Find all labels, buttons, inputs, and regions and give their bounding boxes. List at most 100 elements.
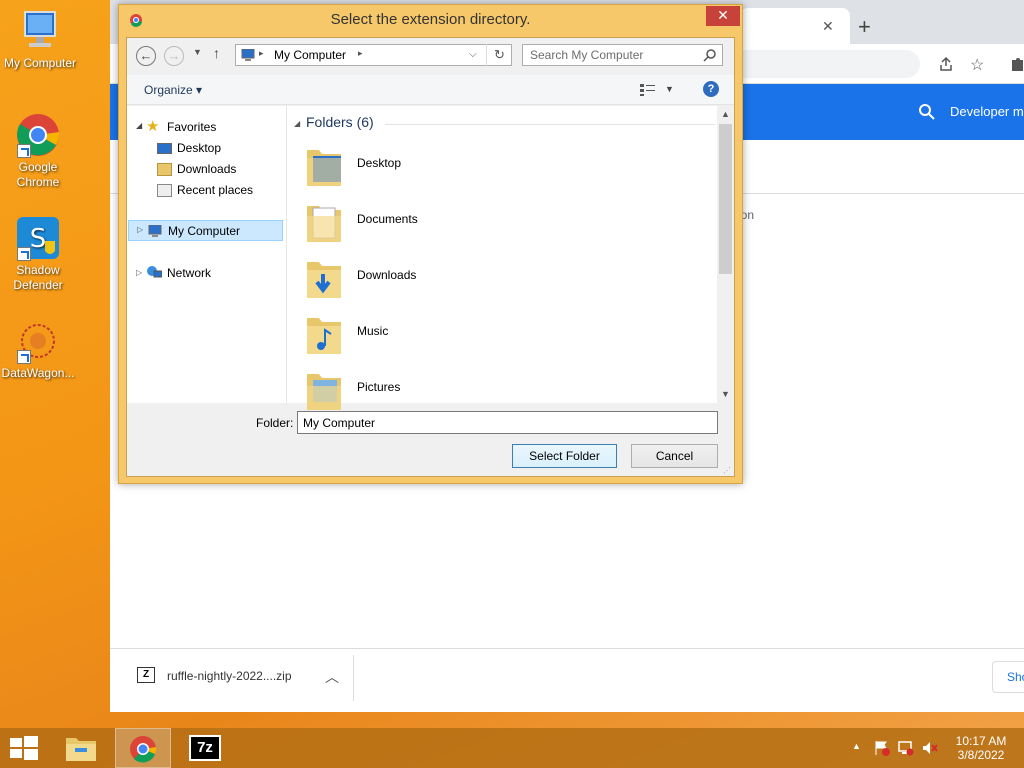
folder-music[interactable]: Music	[305, 308, 605, 364]
taskbar-file-explorer[interactable]	[56, 728, 110, 768]
address-location[interactable]: My Computer	[274, 48, 346, 62]
volume-muted-icon[interactable]	[922, 740, 938, 756]
cancel-button[interactable]: Cancel	[631, 444, 718, 468]
computer-small-icon	[240, 48, 256, 61]
search-icon[interactable]	[918, 103, 936, 121]
scroll-down-icon[interactable]: ▼	[721, 389, 730, 399]
nav-my-computer-label: My Computer	[168, 224, 241, 238]
folder-input[interactable]	[297, 411, 718, 434]
recent-locations-icon[interactable]: ▼	[193, 47, 202, 57]
breadcrumb-chevron-icon[interactable]: ▸	[358, 48, 363, 59]
shortcut-arrow-icon	[17, 247, 31, 261]
shortcut-arrow-icon	[17, 350, 31, 364]
dialog-body: ← → ▼ ↑ ▸ My Computer ▸ ⌵ ↻ Search My Co…	[126, 37, 735, 477]
navigation-pane: ◢ ★ Favorites Desktop Downloads Recent p…	[127, 106, 287, 403]
desktop-icon-label: DataWagon...	[1, 366, 75, 380]
nav-downloads[interactable]: Downloads	[177, 160, 236, 178]
tab-close-icon[interactable]: ✕	[822, 18, 834, 35]
select-folder-dialog: Select the extension directory. ✕ ← → ▼ …	[118, 4, 743, 484]
taskbar: 7z ▲ 10:17 AM 3/8/2022	[0, 728, 1024, 768]
chevron-up-icon[interactable]: ︿	[325, 667, 339, 687]
action-center-flag-icon[interactable]	[874, 740, 890, 756]
folder-label: Documents	[357, 212, 418, 226]
taskbar-chrome[interactable]	[115, 728, 171, 768]
nav-network[interactable]: Network	[167, 264, 211, 282]
group-divider	[385, 124, 715, 125]
desktop-icon-my-computer[interactable]: My Computer	[0, 8, 80, 70]
clock-date: 3/8/2022	[957, 748, 1005, 762]
content-pane: ◢ Folders (6) Desktop Documents Download…	[287, 106, 734, 410]
network-tray-icon[interactable]	[898, 740, 914, 756]
7zip-icon: 7z	[189, 735, 221, 761]
select-folder-button[interactable]: Select Folder	[512, 444, 617, 468]
downloads-folder-icon	[307, 262, 341, 298]
expand-arrow-icon[interactable]: ▷	[137, 225, 143, 234]
scroll-up-icon[interactable]: ▲	[721, 109, 730, 119]
view-dropdown-icon[interactable]: ▼	[665, 84, 674, 94]
search-icon[interactable]	[703, 48, 717, 62]
address-bar[interactable]: ▸ My Computer ▸ ⌵ ↻	[235, 44, 512, 66]
organize-button[interactable]: Organize ▾	[144, 83, 202, 97]
folder-documents[interactable]: Documents	[305, 196, 605, 252]
folder-downloads[interactable]: Downloads	[305, 252, 605, 308]
documents-folder-icon	[307, 206, 341, 242]
search-input[interactable]: Search My Computer	[522, 44, 723, 66]
start-button[interactable]	[0, 728, 54, 768]
taskbar-7zip[interactable]: 7z	[178, 728, 232, 768]
collapse-arrow-icon[interactable]: ◢	[294, 119, 300, 128]
refresh-icon[interactable]: ↻	[486, 44, 512, 66]
scrollbar[interactable]: ▲ ▼	[717, 106, 734, 403]
forward-icon[interactable]: →	[164, 46, 184, 66]
dialog-title: Select the extension directory.	[330, 11, 531, 28]
bookmark-star-icon[interactable]: ☆	[970, 55, 984, 75]
show-hidden-icons[interactable]: ▲	[852, 741, 861, 751]
omnibox[interactable]	[730, 50, 920, 78]
help-icon[interactable]: ?	[703, 81, 719, 97]
computer-icon	[17, 8, 63, 54]
network-icon	[146, 265, 163, 279]
nav-desktop[interactable]: Desktop	[177, 139, 221, 157]
expand-arrow-icon[interactable]: ▷	[136, 268, 142, 277]
clock[interactable]: 10:17 AM 3/8/2022	[946, 734, 1016, 762]
nav-recent-places[interactable]: Recent places	[177, 181, 253, 199]
folder-field-label: Folder:	[256, 416, 294, 430]
desktop-folder-icon	[157, 143, 172, 154]
desktop-icon-shadow-defender[interactable]: S Shadow Defender	[0, 215, 78, 293]
up-arrow-icon[interactable]: ↑	[213, 45, 220, 61]
folders-group-header[interactable]: Folders (6)	[306, 114, 374, 130]
recent-places-icon	[157, 184, 172, 197]
browser-tab[interactable]: ✕	[740, 8, 850, 44]
back-icon[interactable]: ←	[136, 46, 156, 66]
folder-desktop[interactable]: Desktop	[305, 140, 605, 196]
star-icon: ★	[146, 118, 160, 135]
breadcrumb-chevron-icon: ▸	[259, 48, 264, 58]
command-bar: Organize ▾ ▼ ?	[127, 75, 734, 105]
music-folder-icon	[307, 318, 341, 354]
desktop-icon-label: My Computer	[3, 56, 77, 70]
desktop-icon-datawagon[interactable]: DataWagon...	[0, 318, 78, 380]
scroll-thumb[interactable]	[719, 124, 732, 274]
nav-favorites[interactable]: Favorites	[167, 118, 216, 136]
share-icon[interactable]	[938, 56, 954, 72]
nav-my-computer[interactable]: ▷ My Computer	[128, 220, 283, 241]
show-all-button[interactable]: Sho	[992, 661, 1024, 693]
view-options-icon[interactable]	[640, 84, 656, 96]
desktop-icon-google-chrome[interactable]: Google Chrome	[0, 112, 78, 190]
downloads-folder-icon	[157, 163, 172, 176]
address-dropdown-icon[interactable]: ⌵	[469, 49, 477, 60]
new-tab-button[interactable]: +	[858, 16, 871, 38]
pictures-folder-icon	[307, 374, 341, 410]
expand-arrow-icon[interactable]: ◢	[136, 121, 142, 130]
desktop-icon-label: Google Chrome	[16, 160, 60, 189]
extensions-puzzle-icon[interactable]	[1010, 56, 1024, 72]
datawagon-icon	[15, 318, 61, 364]
folder-label: Desktop	[357, 156, 402, 170]
developer-mode-label[interactable]: Developer m	[950, 104, 1024, 119]
close-button[interactable]: ✕	[706, 6, 740, 26]
shortcut-arrow-icon	[17, 144, 31, 158]
download-item[interactable]: Z ruffle-nightly-2022....zip ︿	[130, 661, 360, 695]
folder-label: Downloads	[357, 268, 417, 282]
divider	[353, 655, 354, 701]
resize-grip-icon[interactable]: ⋰	[723, 466, 731, 475]
desktop-icon-label: Shadow Defender	[13, 263, 63, 292]
